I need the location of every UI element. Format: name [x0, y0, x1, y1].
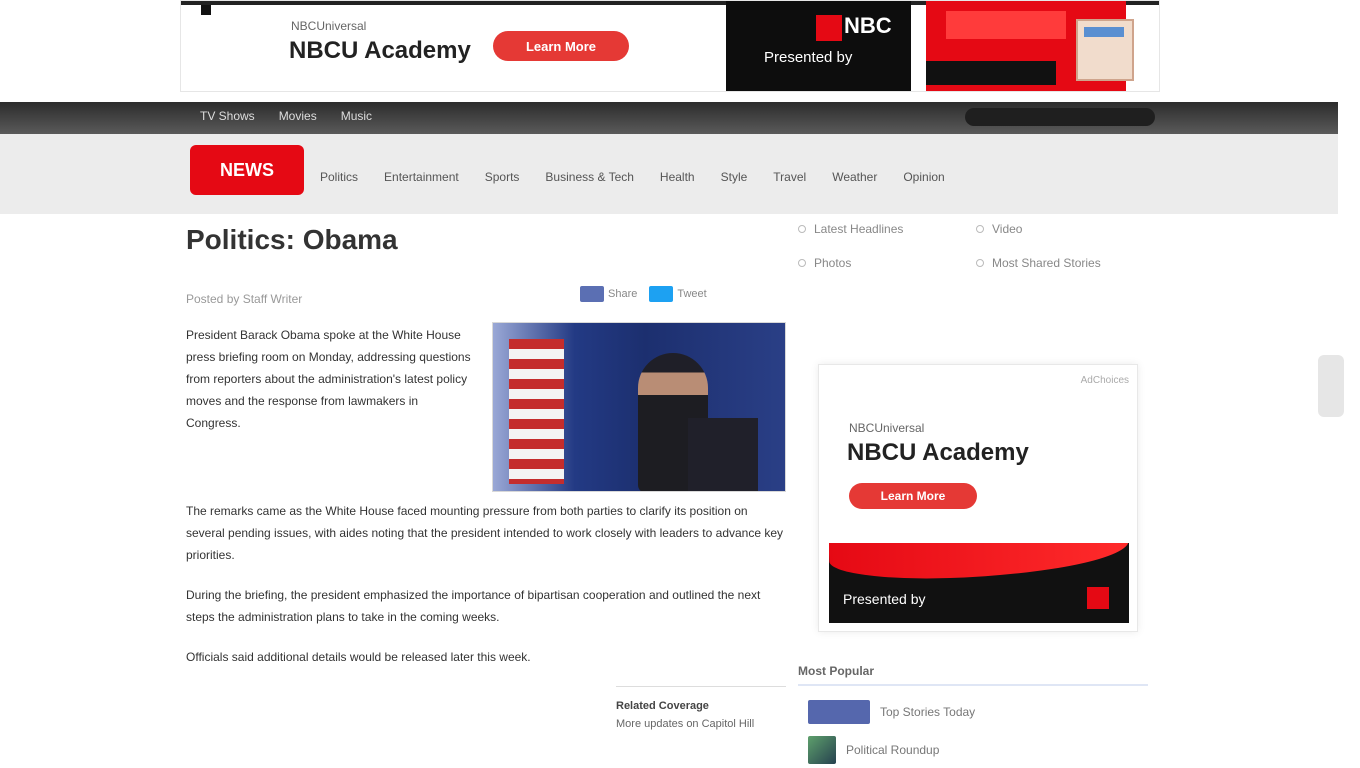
top-ad-brand-mark [201, 5, 211, 15]
sidebar-ad-logo-icon [1087, 587, 1109, 609]
podium-shape [688, 418, 758, 491]
top-ad-black-panel: NBC Presented by [726, 1, 911, 91]
top-ad-red-box [946, 11, 1066, 39]
article-paragraph-2: During the briefing, the president empha… [186, 588, 761, 624]
bullet-icon [798, 225, 806, 233]
article-intro: President Barack Obama spoke at the Whit… [186, 328, 471, 430]
share-bar: Share Tweet [580, 286, 707, 302]
sidebar-ad-tagline: Presented by [843, 591, 926, 607]
nav-item-travel[interactable]: Travel [773, 170, 806, 184]
popular-item-label: Political Roundup [846, 743, 940, 757]
article: Politics: Obama Posted by Staff Writer S… [186, 214, 786, 768]
top-ad-black-stripe [926, 61, 1056, 85]
sidebar-ad-brand-big: NBCU Academy [847, 439, 1029, 466]
sidebar-links: Latest Headlines Video Photos Most Share… [798, 222, 1148, 270]
top-ad-brand-big: NBCU Academy [289, 37, 471, 64]
top-nav-link-3[interactable]: Music [341, 109, 372, 123]
main-nav-items: Politics Entertainment Sports Business &… [320, 170, 945, 184]
page: NBCUniversal NBCU Academy Learn More NBC… [0, 0, 1360, 768]
popular-thumbnail [808, 736, 836, 764]
article-meta: Posted by Staff Writer [186, 292, 303, 306]
sidebar-link-3[interactable]: Photos [798, 256, 976, 270]
top-nav-link-1[interactable]: TV Shows [200, 109, 255, 123]
sidebar-link-4[interactable]: Most Shared Stories [976, 256, 1148, 270]
related-box-text: More updates on Capitol Hill [616, 718, 755, 730]
article-hero-image[interactable] [492, 322, 786, 492]
bullet-icon [976, 259, 984, 267]
sidebar: Latest Headlines Video Photos Most Share… [798, 214, 1158, 768]
article-title: Politics: Obama [186, 224, 398, 255]
top-ad-tagline: Presented by [764, 49, 853, 66]
sidebar-ad-cta-button[interactable]: Learn More [849, 483, 977, 509]
article-paragraph-1: The remarks came as the White House face… [186, 504, 784, 562]
top-navigation-bar: TV Shows Movies Music [0, 102, 1338, 134]
twitter-share-label: Tweet [677, 288, 707, 300]
popular-header: Most Popular [798, 660, 1148, 686]
sidebar-link-label: Video [992, 222, 1023, 236]
popular-item-2[interactable]: Political Roundup [808, 736, 1138, 764]
article-body: The remarks came as the White House face… [186, 500, 786, 686]
sidebar-link-label: Photos [814, 256, 852, 270]
nav-item-entertainment[interactable]: Entertainment [384, 170, 459, 184]
search-input[interactable] [965, 108, 1155, 126]
popular-item-1[interactable]: Top Stories Today [808, 698, 1138, 726]
related-box-title: Related Coverage [616, 700, 709, 712]
bullet-icon [798, 259, 806, 267]
nav-item-business-tech[interactable]: Business & Tech [545, 170, 634, 184]
nav-item-weather[interactable]: Weather [832, 170, 877, 184]
popular-item-label: Top Stories Today [880, 705, 976, 719]
article-paragraph-3: Officials said additional details would … [186, 650, 531, 664]
top-ad-cta-button[interactable]: Learn More [493, 31, 629, 61]
top-ad-banner[interactable]: NBCUniversal NBCU Academy Learn More NBC… [180, 0, 1160, 92]
popular-thumbnail [808, 700, 870, 724]
sidebar-link-1[interactable]: Latest Headlines [798, 222, 976, 236]
sidebar-ad-box[interactable]: AdChoices NBCUniversal NBCU Academy Lear… [818, 364, 1138, 632]
sidebar-ad-brand-small: NBCUniversal [849, 421, 925, 435]
sidebar-link-label: Most Shared Stories [992, 256, 1101, 270]
nav-item-health[interactable]: Health [660, 170, 695, 184]
top-navigation-links: TV Shows Movies Music [200, 109, 372, 123]
top-ad-red-logo-icon [816, 15, 842, 41]
sidebar-link-label: Latest Headlines [814, 222, 904, 236]
nav-item-style[interactable]: Style [721, 170, 748, 184]
top-ad-logo-text: NBC [844, 13, 892, 38]
ad-choices-label: AdChoices [1080, 375, 1129, 386]
top-ad-document-icon [1076, 19, 1134, 81]
sidebar-ad-wave-banner: Presented by [829, 543, 1129, 623]
top-nav-link-2[interactable]: Movies [279, 109, 317, 123]
flag-shape [509, 339, 564, 484]
facebook-share-label: Share [608, 288, 638, 300]
twitter-share-button[interactable]: Tweet [649, 286, 707, 302]
nav-item-politics[interactable]: Politics [320, 170, 358, 184]
related-box[interactable]: Related Coverage More updates on Capitol… [616, 686, 786, 768]
bullet-icon [976, 225, 984, 233]
top-ad-red-panel [926, 1, 1134, 91]
top-ad-brand-small: NBCUniversal [291, 19, 367, 33]
sidebar-link-2[interactable]: Video [976, 222, 1148, 236]
facebook-icon [580, 286, 604, 302]
nav-item-opinion[interactable]: Opinion [903, 170, 944, 184]
nav-item-sports[interactable]: Sports [485, 170, 520, 184]
side-scroll-widget[interactable] [1318, 355, 1344, 417]
site-logo[interactable]: NEWS [190, 145, 304, 195]
facebook-share-button[interactable]: Share [580, 286, 637, 302]
twitter-icon [649, 286, 674, 302]
